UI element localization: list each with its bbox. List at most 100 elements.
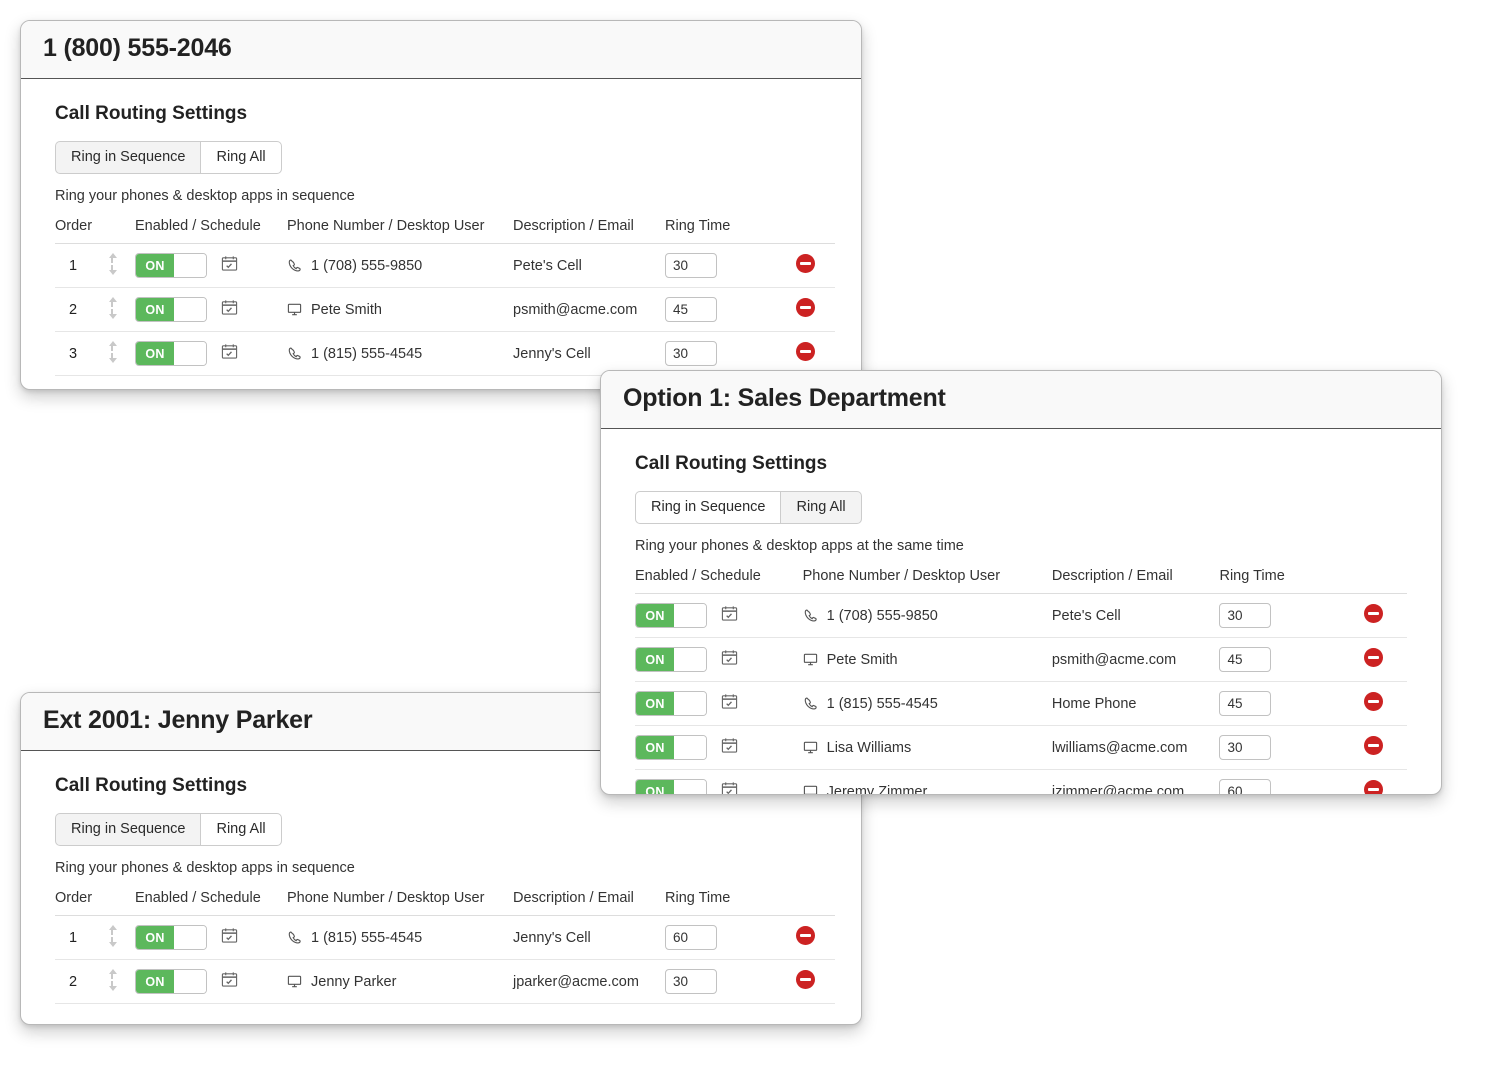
remove-row-button[interactable] xyxy=(1364,648,1384,667)
schedule-calendar-icon[interactable] xyxy=(221,927,238,948)
table-row: ON 1 (815) 555-4545 Home Phone xyxy=(635,681,1407,726)
enabled-toggle[interactable]: ON xyxy=(635,779,707,794)
toggle-on-label: ON xyxy=(636,604,674,627)
phone-icon xyxy=(803,608,818,623)
row-remove-cell xyxy=(1340,593,1407,638)
enabled-toggle[interactable]: ON xyxy=(635,603,707,628)
ring-time-input[interactable] xyxy=(1219,691,1272,716)
reorder-handle-icon[interactable] xyxy=(107,924,118,947)
phone-icon xyxy=(803,696,818,711)
phone-icon xyxy=(287,930,302,945)
table-body: ON 1 (708) 555-9850 Pete's Cell ON Pete Smit… xyxy=(635,593,1407,794)
ring-time-input[interactable] xyxy=(665,925,717,950)
row-description: Pete's Cell xyxy=(513,243,665,288)
reorder-handle-icon[interactable] xyxy=(107,252,118,275)
ring-mode-hint: Ring your phones & desktop apps in seque… xyxy=(55,860,355,876)
schedule-calendar-icon[interactable] xyxy=(221,343,238,364)
toggle-knob xyxy=(174,970,206,993)
desktop-icon xyxy=(803,652,818,667)
table-header-row: Order Enabled / Schedule Phone Number / De… xyxy=(55,218,835,244)
ring-time-input[interactable] xyxy=(665,297,717,322)
row-description: Home Phone xyxy=(1051,681,1220,726)
row-target-cell: Jeremy Zimmer xyxy=(802,769,1052,794)
schedule-calendar-icon[interactable] xyxy=(221,255,238,276)
row-target-cell: Pete Smith xyxy=(802,637,1052,682)
ring-time-input[interactable] xyxy=(1219,603,1272,628)
reorder-handle-icon[interactable] xyxy=(107,340,118,363)
remove-row-button[interactable] xyxy=(1364,604,1384,623)
table-body: 1 ON 1 (708) 555-9850 Pete's Cell 2 ON Pete Sm… xyxy=(55,243,835,376)
ring-time-input[interactable] xyxy=(1219,735,1272,760)
schedule-calendar-icon[interactable] xyxy=(221,299,238,320)
column-header-description: Description / Email xyxy=(513,890,665,916)
column-header-description: Description / Email xyxy=(513,218,665,244)
remove-row-button[interactable] xyxy=(795,298,815,317)
table-body: 1 ON 1 (815) 555-4545 Jenny's Cell 2 ON Jenny … xyxy=(55,915,835,1004)
row-enabled-cell: ON xyxy=(635,593,803,638)
ring-all-button[interactable]: Ring All xyxy=(200,140,282,174)
row-order-number: 3 xyxy=(55,331,107,376)
reorder-handle-icon[interactable] xyxy=(107,968,118,991)
enabled-toggle[interactable]: ON xyxy=(135,341,207,366)
ring-time-input[interactable] xyxy=(665,341,717,366)
ring-time-input[interactable] xyxy=(1219,779,1272,794)
remove-row-button[interactable] xyxy=(795,926,815,945)
row-description: lwilliams@acme.com xyxy=(1051,725,1220,770)
ring-in-sequence-button[interactable]: Ring in Sequence xyxy=(635,490,781,524)
enabled-toggle[interactable]: ON xyxy=(135,969,207,994)
schedule-calendar-icon[interactable] xyxy=(721,737,738,758)
column-header-remove xyxy=(1340,568,1407,594)
enabled-toggle[interactable]: ON xyxy=(135,925,207,950)
remove-row-button[interactable] xyxy=(795,970,815,989)
schedule-calendar-icon[interactable] xyxy=(721,693,738,714)
column-header-ring-time: Ring Time xyxy=(1219,568,1341,594)
toggle-on-label: ON xyxy=(636,648,674,671)
ring-all-button[interactable]: Ring All xyxy=(780,490,862,524)
card-body: Call Routing Settings Ring in Sequence Rin… xyxy=(601,429,1441,794)
row-remove-cell xyxy=(775,287,835,332)
row-ring-time-cell xyxy=(1219,637,1341,682)
column-header-reorder xyxy=(107,890,135,916)
row-enabled-cell: ON xyxy=(135,331,287,376)
row-target-cell: 1 (815) 555-4545 xyxy=(802,681,1052,726)
toggle-on-label: ON xyxy=(136,970,174,993)
enabled-toggle[interactable]: ON xyxy=(635,691,707,716)
remove-row-button[interactable] xyxy=(795,342,815,361)
routing-table: Order Enabled / Schedule Phone Number / De… xyxy=(55,890,835,1004)
ring-time-input[interactable] xyxy=(665,253,717,278)
remove-row-button[interactable] xyxy=(1364,780,1384,794)
schedule-calendar-icon[interactable] xyxy=(721,605,738,626)
row-enabled-cell: ON xyxy=(135,287,287,332)
toggle-knob xyxy=(674,692,706,715)
schedule-calendar-icon[interactable] xyxy=(221,971,238,992)
remove-row-button[interactable] xyxy=(1364,692,1384,711)
ring-in-sequence-button[interactable]: Ring in Sequence xyxy=(55,140,201,174)
enabled-toggle[interactable]: ON xyxy=(135,253,207,278)
enabled-toggle[interactable]: ON xyxy=(135,297,207,322)
enabled-toggle[interactable]: ON xyxy=(635,735,707,760)
ring-time-input[interactable] xyxy=(665,969,717,994)
remove-row-button[interactable] xyxy=(795,254,815,273)
section-title: Call Routing Settings xyxy=(55,102,248,124)
row-target-cell: 1 (708) 555-9850 xyxy=(287,243,513,288)
ring-time-input[interactable] xyxy=(1219,647,1272,672)
reorder-handle-icon[interactable] xyxy=(107,296,118,319)
schedule-calendar-icon[interactable] xyxy=(721,649,738,670)
ring-mode-hint: Ring your phones & desktop apps at the s… xyxy=(635,538,964,554)
row-drag-handle-cell xyxy=(107,959,135,1004)
ring-in-sequence-button[interactable]: Ring in Sequence xyxy=(55,812,201,846)
enabled-toggle[interactable]: ON xyxy=(635,647,707,672)
toggle-on-label: ON xyxy=(636,780,674,794)
schedule-calendar-icon[interactable] xyxy=(721,781,738,794)
ring-mode-button-group: Ring in Sequence Ring All xyxy=(55,140,282,174)
column-header-target: Phone Number / Desktop User xyxy=(287,890,513,916)
column-header-ring-time: Ring Time xyxy=(665,218,775,244)
ring-all-button[interactable]: Ring All xyxy=(200,812,282,846)
card-header: Option 1: Sales Department xyxy=(601,371,1441,429)
row-ring-time-cell xyxy=(1219,681,1341,726)
table-row: ON Jeremy Zimmer jzimmer@acme.com xyxy=(635,769,1407,794)
remove-row-button[interactable] xyxy=(1364,736,1384,755)
row-target-label: 1 (815) 555-4545 xyxy=(826,695,938,712)
row-enabled-cell: ON xyxy=(135,915,287,960)
row-ring-time-cell xyxy=(1219,769,1341,794)
